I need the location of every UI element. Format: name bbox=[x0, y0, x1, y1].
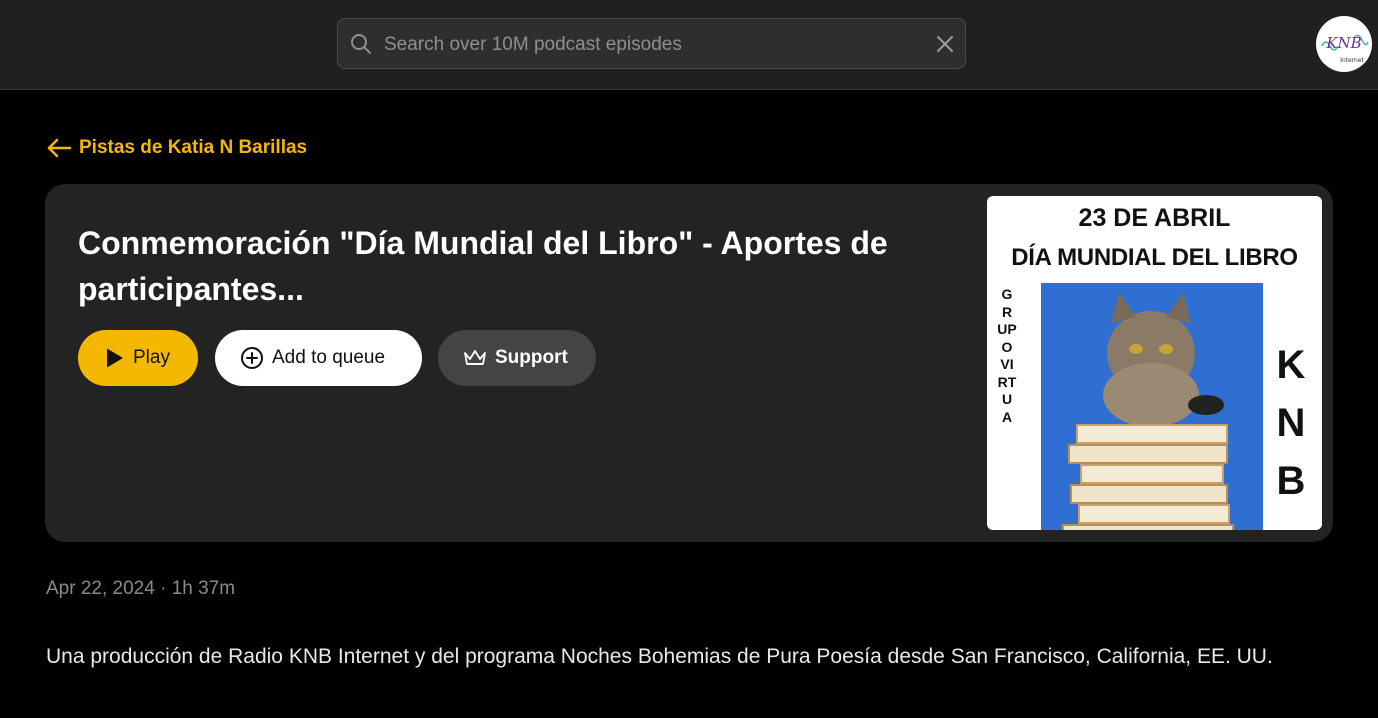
episode-title: Conmemoración "Día Mundial del Libro" - … bbox=[78, 225, 888, 307]
episode-meta: Apr 22, 2024 · 1h 37m bbox=[46, 578, 235, 600]
crown-icon bbox=[464, 350, 486, 365]
top-bar: KNB Internet bbox=[0, 0, 1378, 90]
cover-date-text: 23 DE ABRIL bbox=[1078, 204, 1231, 232]
cover-vertical-text: GRUPO VIRTUA bbox=[997, 286, 1017, 425]
episode-cover-art: 23 DE ABRIL DÍA MUNDIAL DEL LIBRO GRUPO … bbox=[987, 196, 1322, 530]
back-link-label: Pistas de Katia N Barillas bbox=[79, 137, 308, 158]
episode-date: Apr 22, 2024 bbox=[46, 578, 155, 599]
play-button-label: Play bbox=[133, 347, 170, 368]
add-to-queue-label: Add to queue bbox=[272, 347, 386, 368]
episode-description: Una producción de Radio KNB Internet y d… bbox=[46, 645, 1273, 668]
avatar[interactable]: KNB Internet bbox=[1316, 16, 1372, 72]
plus-circle-icon bbox=[241, 347, 263, 369]
arrow-left-icon bbox=[47, 138, 72, 158]
play-button[interactable]: Play bbox=[78, 330, 198, 386]
cover-title-text: DÍA MUNDIAL DEL LIBRO bbox=[1011, 244, 1298, 271]
knb-logo: KNB Internet bbox=[1321, 34, 1369, 64]
logo-subtext: Internet bbox=[1340, 57, 1364, 64]
episode-duration: 1h 37m bbox=[171, 578, 236, 599]
add-to-queue-button[interactable]: Add to queue bbox=[215, 330, 422, 386]
episode-card: Conmemoración "Día Mundial del Libro" - … bbox=[45, 184, 1333, 542]
close-icon[interactable] bbox=[934, 33, 956, 55]
kitten-books-image bbox=[1041, 283, 1263, 530]
support-button[interactable]: Support bbox=[438, 330, 596, 386]
search-icon bbox=[351, 34, 371, 54]
logo-text: KNB bbox=[1325, 34, 1361, 52]
support-button-label: Support bbox=[495, 347, 568, 368]
search-input[interactable] bbox=[382, 27, 926, 63]
search-box[interactable] bbox=[337, 18, 966, 69]
play-icon bbox=[107, 348, 123, 368]
back-link[interactable]: Pistas de Katia N Barillas bbox=[46, 134, 307, 162]
meta-separator: · bbox=[154, 578, 172, 599]
cover-side-text: KNB bbox=[1276, 343, 1306, 503]
